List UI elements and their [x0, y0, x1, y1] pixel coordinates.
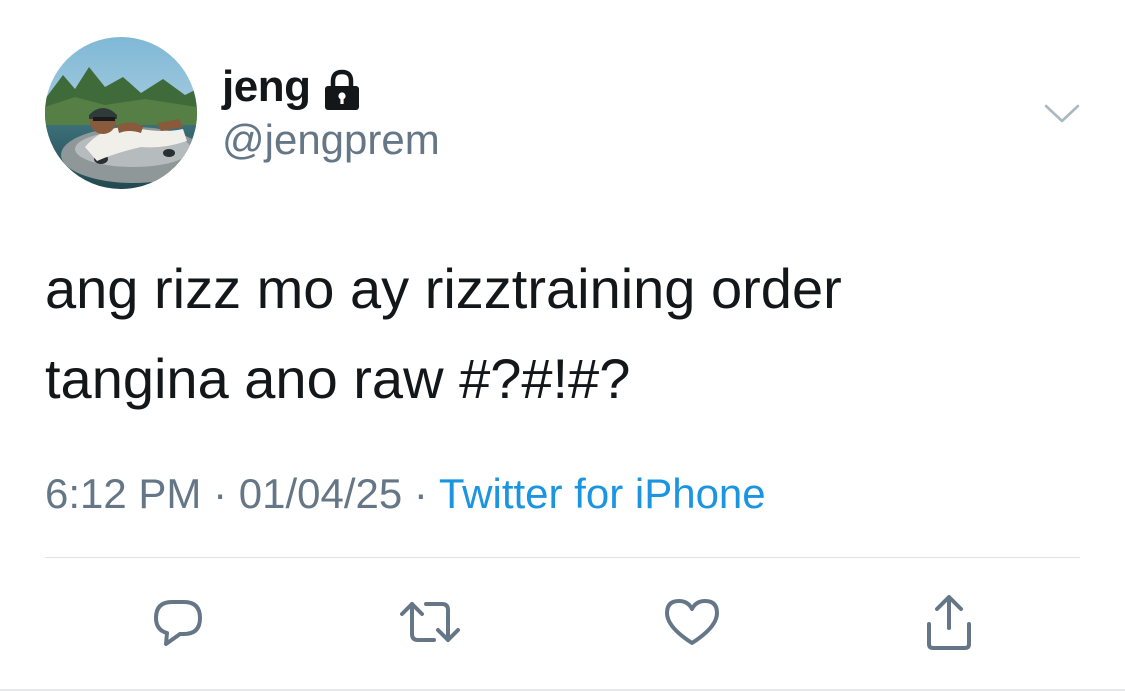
tweet-date: 01/04/25 — [238, 470, 403, 517]
heart-icon — [665, 599, 719, 645]
avatar-photo — [45, 37, 197, 189]
avatar[interactable] — [45, 37, 197, 189]
tweet-text-line-2: tangina ano raw #?#!#? — [45, 347, 631, 410]
tweet-text-line-1: ang rizz mo ay rizztraining order — [45, 257, 842, 320]
reply-icon — [154, 600, 202, 646]
retweet-icon — [400, 602, 460, 642]
share-button[interactable] — [917, 590, 981, 654]
divider — [45, 557, 1080, 558]
reply-button[interactable] — [146, 590, 210, 654]
tweet-meta: 6:12 PM · 01/04/25 · Twitter for iPhone — [45, 470, 766, 518]
tweet-time: 6:12 PM — [45, 470, 202, 517]
display-name-row: jeng — [222, 58, 362, 116]
tweet-text: ang rizz mo ay rizztraining order tangin… — [45, 244, 1085, 424]
tweet-source-link[interactable]: Twitter for iPhone — [439, 470, 766, 517]
meta-separator: · — [402, 470, 439, 517]
user-handle[interactable]: @jengprem — [222, 116, 440, 164]
display-name[interactable]: jeng — [222, 62, 311, 112]
retweet-button[interactable] — [398, 590, 462, 654]
lock-icon — [325, 69, 360, 110]
like-button[interactable] — [660, 590, 724, 654]
meta-separator: · — [201, 470, 239, 517]
action-bar — [0, 590, 1125, 660]
chevron-down-icon[interactable] — [1042, 95, 1082, 135]
share-icon — [927, 595, 971, 650]
tweet-card: jeng @jengprem ang rizz mo ay rizztraini… — [0, 0, 1125, 691]
